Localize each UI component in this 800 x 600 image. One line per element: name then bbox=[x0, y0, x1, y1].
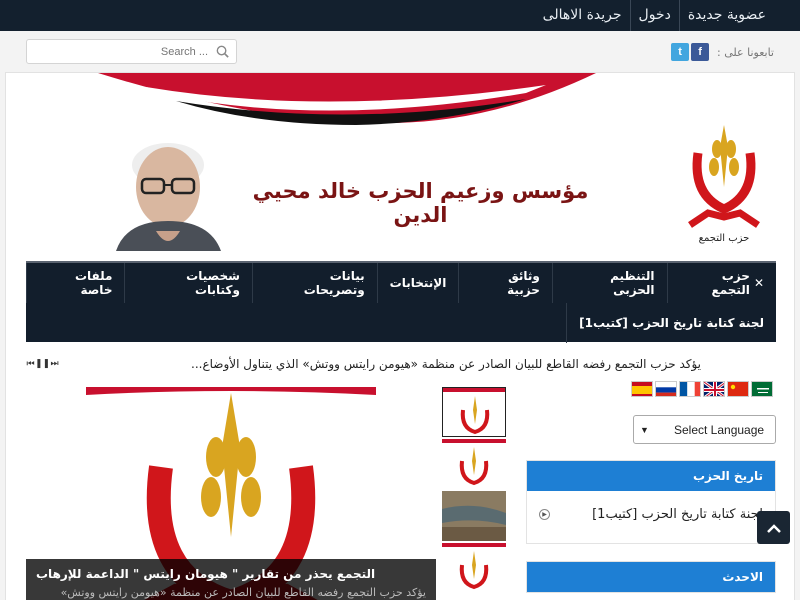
founder-portrait bbox=[116, 143, 221, 251]
main-nav: ✕ حزب التجمع التنظيم الحزبى وثائق حزبية ا… bbox=[26, 261, 776, 343]
slide-title[interactable]: التجمع يحذر من تقارير " هيومان رايتس " ا… bbox=[36, 567, 426, 581]
banner-title: مؤسس وزعيم الحزب خالد محيي الدين bbox=[252, 179, 589, 227]
thumbnail[interactable] bbox=[442, 439, 506, 489]
main-nav-row-2: لجنة كتابة تاريخ الحزب [كتيب1] bbox=[566, 303, 776, 343]
search-icon[interactable] bbox=[215, 44, 230, 59]
follow-us: تابعونا على : f t bbox=[669, 42, 774, 62]
wrench-icon: ✕ bbox=[753, 276, 764, 290]
top-bar: عضوية جديدة دخول جريدة الاهالى bbox=[0, 0, 800, 31]
news-ticker: ⏮ ❚❚ ⏭ يؤكد حزب التجمع رفضه القاطع للبيا… bbox=[26, 355, 776, 377]
top-nav-register[interactable]: عضوية جديدة bbox=[678, 0, 774, 31]
flag-fr-icon[interactable] bbox=[679, 381, 701, 397]
main-nav-row-1: ✕ حزب التجمع التنظيم الحزبى وثائق حزبية ا… bbox=[26, 263, 776, 303]
history-item-label[interactable]: لجنة كتابة تاريخ الحزب [كتيب1] bbox=[592, 507, 763, 522]
language-select-value: Select Language bbox=[674, 422, 765, 437]
search-box bbox=[26, 39, 237, 64]
nav-personalities[interactable]: شخصيات وكتابات bbox=[124, 263, 251, 303]
nav-party-label: حزب التجمع bbox=[711, 269, 750, 297]
top-nav: عضوية جديدة دخول جريدة الاهالى bbox=[535, 0, 774, 31]
flag-zh-icon[interactable] bbox=[727, 381, 749, 397]
logo-text: حزب التجمع bbox=[699, 233, 750, 244]
nav-organization[interactable]: التنظيم الحزبى bbox=[551, 263, 667, 303]
twitter-icon[interactable]: t bbox=[671, 43, 690, 61]
nav-special-files[interactable]: ملفات خاصة bbox=[26, 263, 124, 303]
header-banner: مؤسس وزعيم الحزب خالد محيي الدين حزب الت… bbox=[26, 73, 776, 259]
pause-icon[interactable]: ❚❚ bbox=[35, 358, 50, 370]
latest-widget-title: الاحدث bbox=[527, 562, 775, 592]
ticker-text[interactable]: يؤكد حزب التجمع رفضه القاطع للبيان الصاد… bbox=[191, 357, 701, 371]
party-logo[interactable]: حزب التجمع bbox=[684, 117, 764, 247]
nav-party[interactable]: ✕ حزب التجمع bbox=[666, 263, 777, 303]
follow-label: تابعونا على : bbox=[717, 45, 774, 59]
flag-es-icon[interactable] bbox=[631, 381, 653, 397]
slider-thumbnails bbox=[442, 387, 506, 600]
arrow-right-icon: ▶ bbox=[539, 509, 550, 520]
nav-statements[interactable]: بيانات وتصريحات bbox=[251, 263, 377, 303]
prev-icon[interactable]: ⏮ bbox=[26, 358, 35, 370]
slide-excerpt: يؤكد حزب التجمع رفضه القاطع للبيان الصاد… bbox=[60, 586, 426, 599]
facebook-icon[interactable]: f bbox=[691, 43, 710, 61]
language-flags bbox=[631, 381, 773, 399]
featured-slider[interactable]: التجمع يحذر من تقارير " هيومان رايتس " ا… bbox=[26, 387, 436, 600]
top-nav-login[interactable]: دخول bbox=[629, 0, 679, 31]
ticker-controls: ⏮ ❚❚ ⏭ bbox=[26, 358, 59, 370]
flag-en-icon[interactable] bbox=[703, 381, 725, 397]
top-nav-newspaper[interactable]: جريدة الاهالى bbox=[535, 0, 630, 31]
nav-history-committee[interactable]: لجنة كتابة تاريخ الحزب [كتيب1] bbox=[566, 303, 776, 343]
slide-caption: التجمع يحذر من تقارير " هيومان رايتس " ا… bbox=[26, 559, 436, 600]
page-container: مؤسس وزعيم الحزب خالد محيي الدين حزب الت… bbox=[5, 72, 795, 600]
flag-ar-icon[interactable] bbox=[751, 381, 773, 397]
search-input[interactable] bbox=[38, 43, 208, 60]
list-item[interactable]: لجنة كتابة تاريخ الحزب [كتيب1] ▶ bbox=[527, 491, 775, 543]
thumbnail[interactable] bbox=[442, 491, 506, 541]
nav-documents[interactable]: وثائق حزبية bbox=[458, 263, 552, 303]
flag-ru-icon[interactable] bbox=[655, 381, 677, 397]
thumbnail[interactable] bbox=[442, 387, 506, 437]
thumbnail[interactable] bbox=[442, 543, 506, 593]
chevron-up-icon bbox=[766, 523, 781, 533]
next-icon[interactable]: ⏭ bbox=[50, 358, 59, 370]
history-widget: تاريخ الحزب لجنة كتابة تاريخ الحزب [كتيب… bbox=[526, 460, 776, 544]
nav-elections[interactable]: الإنتخابات bbox=[376, 263, 459, 303]
language-select[interactable]: ▼ Select Language bbox=[633, 415, 776, 444]
latest-widget: الاحدث bbox=[526, 561, 776, 593]
history-widget-title: تاريخ الحزب bbox=[527, 461, 775, 491]
scroll-to-top-button[interactable] bbox=[757, 511, 790, 544]
chevron-down-icon: ▼ bbox=[640, 425, 649, 435]
